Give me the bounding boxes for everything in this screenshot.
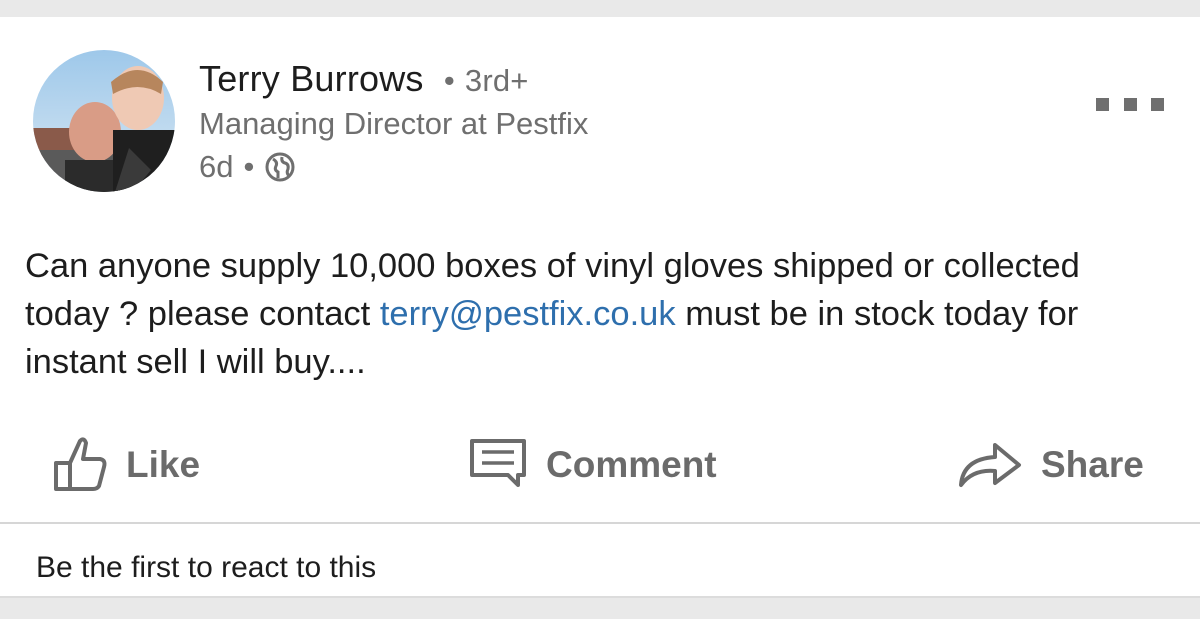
- more-options-icon: [1151, 97, 1164, 111]
- separator-dot: •: [443, 63, 455, 98]
- separator-dot: •: [243, 149, 255, 184]
- reactions-summary: Be the first to react to this: [36, 551, 377, 584]
- degree-label: 3rd+: [464, 63, 529, 98]
- post-meta: 6d •: [199, 149, 296, 185]
- globe-icon: [264, 151, 296, 183]
- post-actions: Like Comment Share: [0, 425, 1200, 505]
- more-options-icon: [1123, 97, 1137, 111]
- like-button[interactable]: Like: [50, 425, 200, 505]
- share-label: Share: [1041, 444, 1144, 485]
- like-label: Like: [126, 444, 201, 485]
- author-line: Terry Burrows • 3rd+: [199, 58, 529, 100]
- more-options-button[interactable]: [1096, 87, 1164, 121]
- thumbs-up-icon: [50, 433, 108, 498]
- share-button[interactable]: Share: [955, 425, 1144, 505]
- more-options-icon: [1096, 97, 1109, 111]
- avatar[interactable]: [33, 50, 175, 192]
- divider: [0, 522, 1200, 524]
- author-headline: Managing Director at Pestfix: [199, 106, 589, 141]
- comment-button[interactable]: Comment: [468, 425, 717, 505]
- email-link[interactable]: terry@pestfix.co.uk: [380, 295, 676, 333]
- feed-separator: [0, 596, 1200, 619]
- comment-icon: [468, 437, 528, 494]
- connection-degree: • 3rd+: [434, 63, 529, 98]
- comment-label: Comment: [546, 444, 717, 485]
- avatar-photo: [33, 50, 175, 192]
- share-arrow-icon: [955, 437, 1023, 494]
- post-text: Can anyone supply 10,000 boxes of vinyl …: [25, 242, 1165, 386]
- author-name[interactable]: Terry Burrows: [199, 58, 424, 99]
- post-age: 6d: [199, 149, 234, 184]
- post-card: Terry Burrows • 3rd+ Managing Director at…: [0, 17, 1200, 596]
